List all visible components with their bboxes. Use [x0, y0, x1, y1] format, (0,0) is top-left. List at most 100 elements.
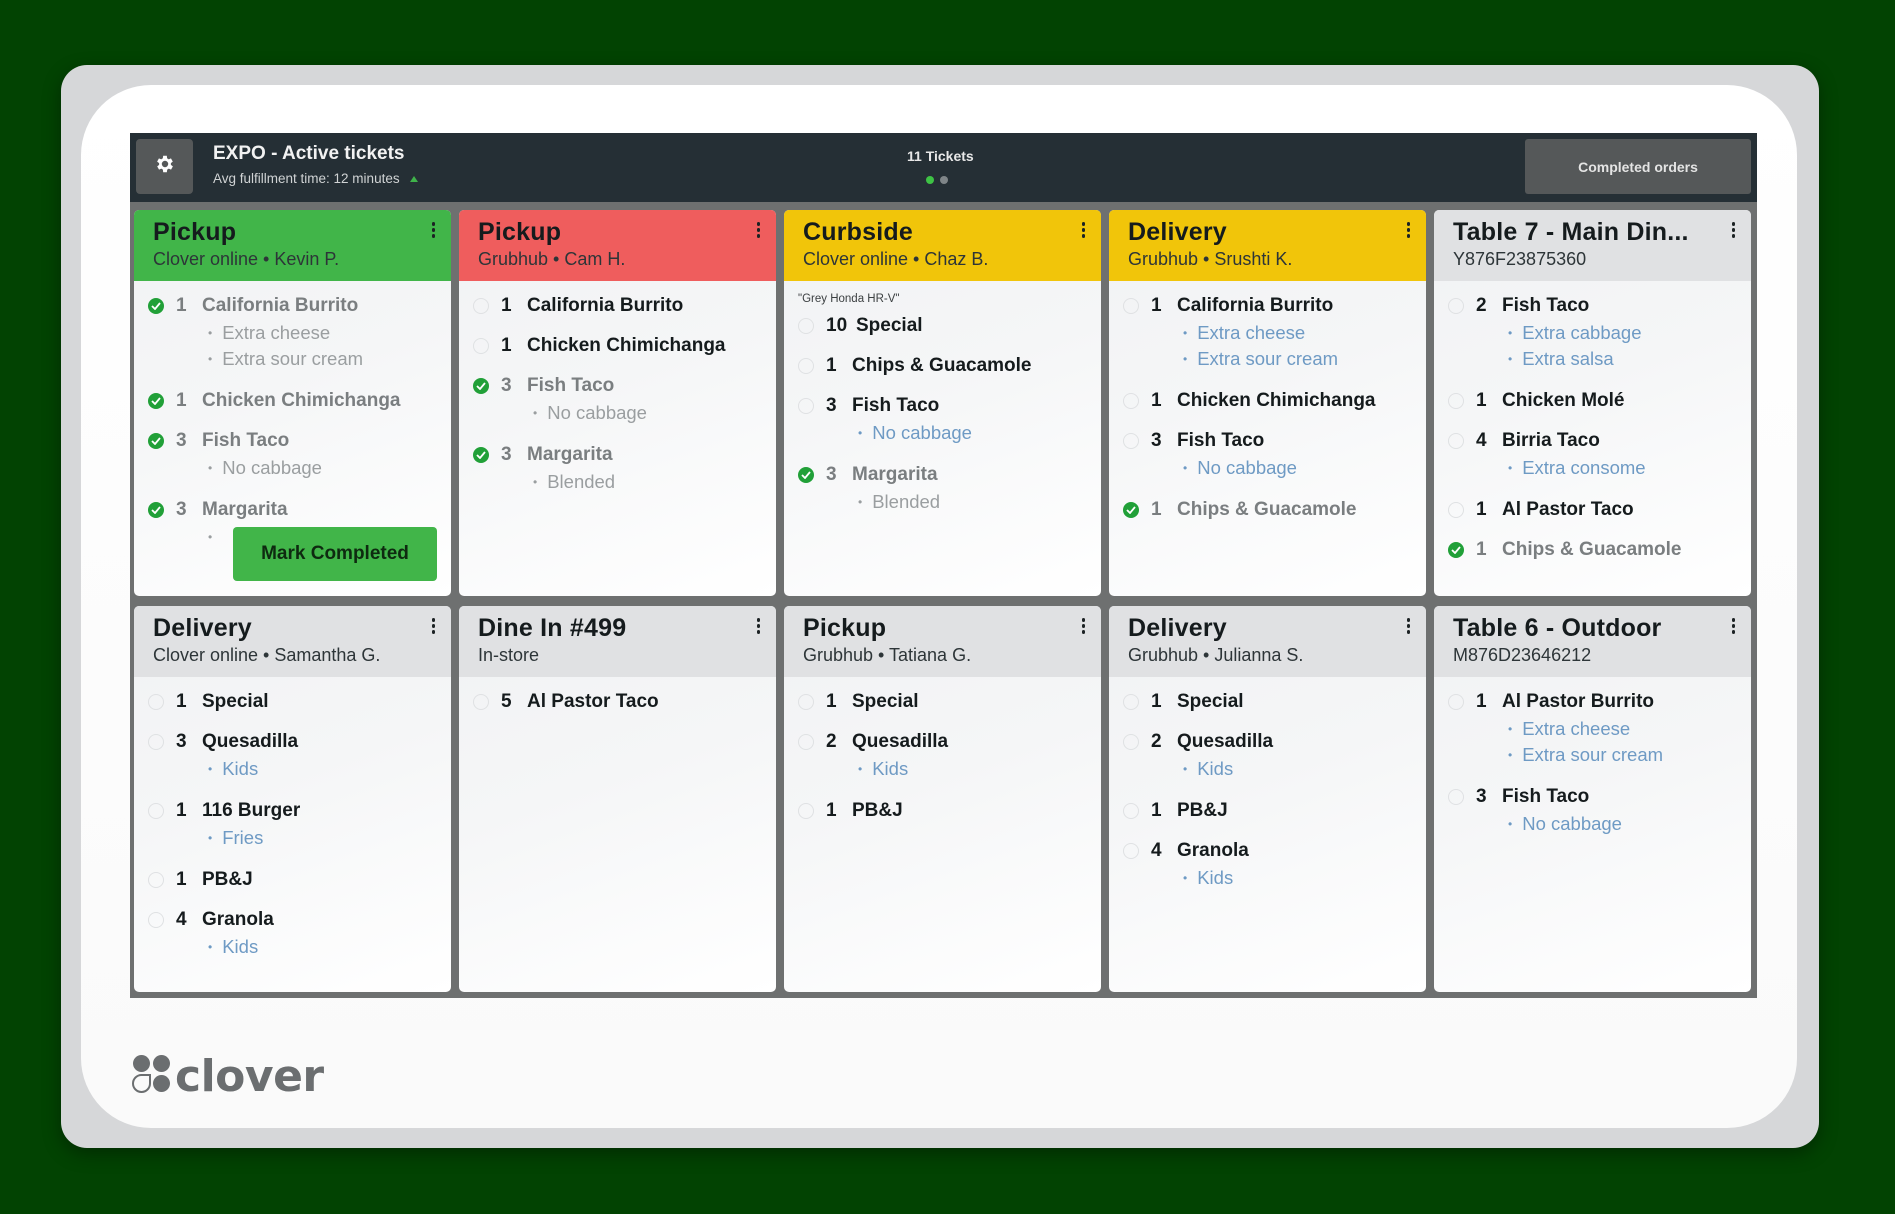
line-item[interactable]: 1 PB&J: [148, 869, 451, 891]
mark-completed-button[interactable]: Mark Completed: [233, 527, 437, 581]
empty-circle-icon[interactable]: [1123, 843, 1139, 859]
checked-circle-icon[interactable]: [148, 298, 164, 314]
settings-button[interactable]: [136, 139, 193, 194]
ticket-card[interactable]: Table 7 - Main Din... Y876F23875360 2 Fish …: [1434, 210, 1751, 596]
empty-circle-icon[interactable]: [798, 318, 814, 334]
line-item[interactable]: 1 Al Pastor Burrito Extra cheeseExtra sour…: [1448, 691, 1751, 768]
empty-circle-icon[interactable]: [1123, 734, 1139, 750]
more-options-icon[interactable]: [1406, 222, 1410, 238]
line-item[interactable]: 2 Quesadilla Kids: [798, 731, 1101, 782]
checked-circle-icon[interactable]: [148, 393, 164, 409]
line-item[interactable]: 5 Al Pastor Taco: [473, 691, 776, 713]
checked-circle-icon[interactable]: [473, 447, 489, 463]
empty-circle-icon[interactable]: [1123, 393, 1139, 409]
line-item[interactable]: 1 Al Pastor Taco: [1448, 499, 1751, 521]
ticket-card[interactable]: Curbside Clover online • Chaz B. "Grey Hon…: [784, 210, 1101, 596]
line-item[interactable]: 1 Special: [1123, 691, 1426, 713]
empty-circle-icon[interactable]: [148, 872, 164, 888]
empty-circle-icon[interactable]: [1123, 694, 1139, 710]
more-options-icon[interactable]: [756, 618, 760, 634]
empty-circle-icon[interactable]: [1448, 393, 1464, 409]
line-item[interactable]: 1 116 Burger Fries: [148, 800, 451, 851]
ticket-card[interactable]: Pickup Grubhub • Tatiana G. 1 Special 2 Quesa…: [784, 606, 1101, 992]
ticket-card[interactable]: Table 6 - Outdoor M876D23646212 1 Al Pastor…: [1434, 606, 1751, 992]
checked-circle-icon[interactable]: [1123, 502, 1139, 518]
ticket-card[interactable]: Pickup Grubhub • Cam H. 1 California Burrit…: [459, 210, 776, 596]
more-options-icon[interactable]: [431, 618, 435, 634]
checked-circle-icon[interactable]: [148, 502, 164, 518]
empty-circle-icon[interactable]: [148, 734, 164, 750]
empty-circle-icon[interactable]: [473, 298, 489, 314]
line-item[interactable]: 1 Chips & Guacamole: [798, 355, 1101, 377]
empty-circle-icon[interactable]: [1448, 789, 1464, 805]
empty-circle-icon[interactable]: [1448, 433, 1464, 449]
line-item[interactable]: 1 Chicken Chimichanga: [148, 390, 451, 412]
more-options-icon[interactable]: [1731, 618, 1735, 634]
checked-circle-icon[interactable]: [148, 433, 164, 449]
line-item[interactable]: 3 Margarita Blended: [473, 444, 776, 495]
line-item[interactable]: 1 California Burrito: [473, 295, 776, 317]
empty-circle-icon[interactable]: [798, 398, 814, 414]
line-item[interactable]: 1 Special: [148, 691, 451, 713]
page-dot-1[interactable]: [926, 176, 934, 184]
empty-circle-icon[interactable]: [1123, 433, 1139, 449]
line-item[interactable]: 1 Chips & Guacamole: [1448, 539, 1751, 561]
line-item[interactable]: 10 Special: [798, 315, 1101, 337]
more-options-icon[interactable]: [1081, 222, 1085, 238]
line-item[interactable]: 2 Fish Taco Extra cabbageExtra salsa: [1448, 295, 1751, 372]
empty-circle-icon[interactable]: [798, 358, 814, 374]
item-quantity: 1: [501, 335, 512, 356]
line-item[interactable]: 3 Fish Taco No cabbage: [798, 395, 1101, 446]
empty-circle-icon[interactable]: [148, 912, 164, 928]
device-frame: EXPO - Active tickets Avg fulfillment ti…: [61, 65, 1819, 1148]
page-dot-2[interactable]: [940, 176, 948, 184]
line-item[interactable]: 1 Chicken Molé: [1448, 390, 1751, 412]
empty-circle-icon[interactable]: [1448, 694, 1464, 710]
empty-circle-icon[interactable]: [798, 803, 814, 819]
line-item[interactable]: 1 Chicken Chimichanga: [1123, 390, 1426, 412]
checked-circle-icon[interactable]: [798, 467, 814, 483]
more-options-icon[interactable]: [1731, 222, 1735, 238]
empty-circle-icon[interactable]: [148, 694, 164, 710]
line-item[interactable]: 1 California Burrito Extra cheeseExtra sou…: [1123, 295, 1426, 372]
empty-circle-icon[interactable]: [798, 734, 814, 750]
line-item[interactable]: 3 Fish Taco No cabbage: [1123, 430, 1426, 481]
empty-circle-icon[interactable]: [1448, 502, 1464, 518]
ticket-title: Delivery: [1128, 614, 1227, 642]
empty-circle-icon[interactable]: [148, 803, 164, 819]
more-options-icon[interactable]: [1081, 618, 1085, 634]
ticket-card[interactable]: Dine In #499 In-store 5 Al Pastor Taco: [459, 606, 776, 992]
empty-circle-icon[interactable]: [798, 694, 814, 710]
empty-circle-icon[interactable]: [473, 694, 489, 710]
checked-circle-icon[interactable]: [473, 378, 489, 394]
line-item[interactable]: 2 Quesadilla Kids: [1123, 731, 1426, 782]
completed-orders-button[interactable]: Completed orders: [1525, 139, 1751, 194]
ticket-card[interactable]: Delivery Grubhub • Julianna S. 1 Special 2 Qu…: [1109, 606, 1426, 992]
line-item[interactable]: 4 Granola Kids: [1123, 840, 1426, 891]
line-item[interactable]: 4 Birria Taco Extra consome: [1448, 430, 1751, 481]
line-item[interactable]: 3 Fish Taco No cabbage: [1448, 786, 1751, 837]
ticket-card[interactable]: Delivery Grubhub • Srushti K. 1 California …: [1109, 210, 1426, 596]
ticket-card[interactable]: Delivery Clover online • Samantha G. 1 Spec…: [134, 606, 451, 992]
line-item[interactable]: 3 Margarita Blended: [798, 464, 1101, 515]
checked-circle-icon[interactable]: [1448, 542, 1464, 558]
line-item[interactable]: 3 Fish Taco No cabbage: [473, 375, 776, 426]
line-item[interactable]: 3 Quesadilla Kids: [148, 731, 451, 782]
more-options-icon[interactable]: [756, 222, 760, 238]
line-item[interactable]: 3 Fish Taco No cabbage: [148, 430, 451, 481]
line-item[interactable]: 1 California Burrito Extra cheeseExtra sou…: [148, 295, 451, 372]
line-item[interactable]: 1 Chicken Chimichanga: [473, 335, 776, 357]
empty-circle-icon[interactable]: [1123, 298, 1139, 314]
ticket-card[interactable]: Pickup Clover online • Kevin P. 1 Californi…: [134, 210, 451, 596]
line-item[interactable]: 4 Granola Kids: [148, 909, 451, 960]
more-options-icon[interactable]: [1406, 618, 1410, 634]
empty-circle-icon[interactable]: [473, 338, 489, 354]
line-item[interactable]: 1 Special: [798, 691, 1101, 713]
more-options-icon[interactable]: [431, 222, 435, 238]
empty-circle-icon[interactable]: [1123, 803, 1139, 819]
line-item[interactable]: 1 Chips & Guacamole: [1123, 499, 1426, 521]
line-item[interactable]: 1 PB&J: [798, 800, 1101, 822]
item-quantity: 1: [176, 800, 187, 821]
line-item[interactable]: 1 PB&J: [1123, 800, 1426, 822]
empty-circle-icon[interactable]: [1448, 298, 1464, 314]
